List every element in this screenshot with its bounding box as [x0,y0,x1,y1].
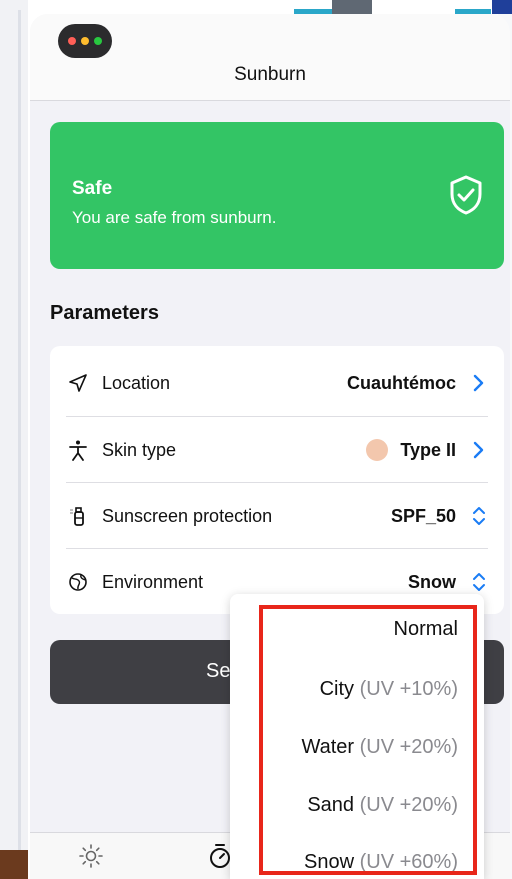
sunscreen-value: SPF_50 [390,505,456,526]
window-controls[interactable] [58,24,112,58]
close-window-button[interactable] [68,37,76,45]
menu-option-note: (UV +10%) [359,678,458,700]
menu-option-label: Normal [393,618,458,640]
menu-option-label: Water [301,736,355,758]
shield-check-icon [450,175,482,215]
parameters-list: Location Cuauhtémoc Skin type Type II Su… [50,346,504,614]
environment-value: Snow [408,571,456,592]
background-corner [0,850,28,879]
background-decoration [492,0,512,14]
parameters-heading: Parameters [50,302,159,324]
background-divider [18,10,21,850]
menu-option-label: City [319,678,355,700]
timer-icon[interactable] [208,843,232,869]
background-left-panel [0,0,28,879]
location-value: Cuauhtémoc [346,372,456,393]
sunscreen-label: Sunscreen protection [102,505,273,526]
skin-color-swatch [366,439,389,461]
title-bar: Sunburn [30,14,510,101]
sun-icon[interactable] [78,843,104,869]
status-title: Safe [72,178,113,199]
skin-type-value: Type II [400,439,456,460]
zoom-window-button[interactable] [94,37,102,45]
environment-dropdown-menu: Normal City (UV +10%) Water (UV +20%) Sa… [230,594,484,879]
menu-option-sand[interactable]: Sand (UV +20%) [307,794,458,817]
chevron-right-icon[interactable] [470,441,488,459]
person-icon [66,438,90,462]
sunscreen-row[interactable]: Sunscreen protection SPF_50 [66,482,488,549]
skin-type-label: Skin type [102,439,177,460]
location-label: Location [102,372,171,393]
status-message: You are safe from sunburn. [72,208,277,227]
skin-type-row[interactable]: Skin type Type II [66,416,488,483]
location-arrow-icon [66,371,90,395]
chevron-right-icon[interactable] [470,374,488,392]
status-card: Safe You are safe from sunburn. [50,122,504,269]
menu-option-note: (UV +20%) [359,794,458,816]
menu-option-note: (UV +60%) [359,851,458,873]
start-button-label: Se [206,660,231,682]
menu-option-label: Snow [304,851,355,873]
menu-option-snow[interactable]: Snow (UV +60%) [304,851,458,874]
background-decoration [332,0,372,14]
menu-option-label: Sand [307,794,355,816]
menu-option-note: (UV +20%) [359,736,458,758]
chevron-up-down-icon[interactable] [470,572,488,592]
environment-label: Environment [102,571,204,592]
minimize-window-button[interactable] [81,37,89,45]
sunscreen-bottle-icon [66,504,90,528]
menu-option-city[interactable]: City (UV +10%) [320,678,458,701]
globe-icon [66,570,90,594]
menu-option-water[interactable]: Water (UV +20%) [301,736,458,759]
page-title: Sunburn [234,64,306,85]
menu-option-normal[interactable]: Normal [394,618,458,641]
chevron-up-down-icon[interactable] [470,506,488,526]
location-row[interactable]: Location Cuauhtémoc [66,350,488,416]
